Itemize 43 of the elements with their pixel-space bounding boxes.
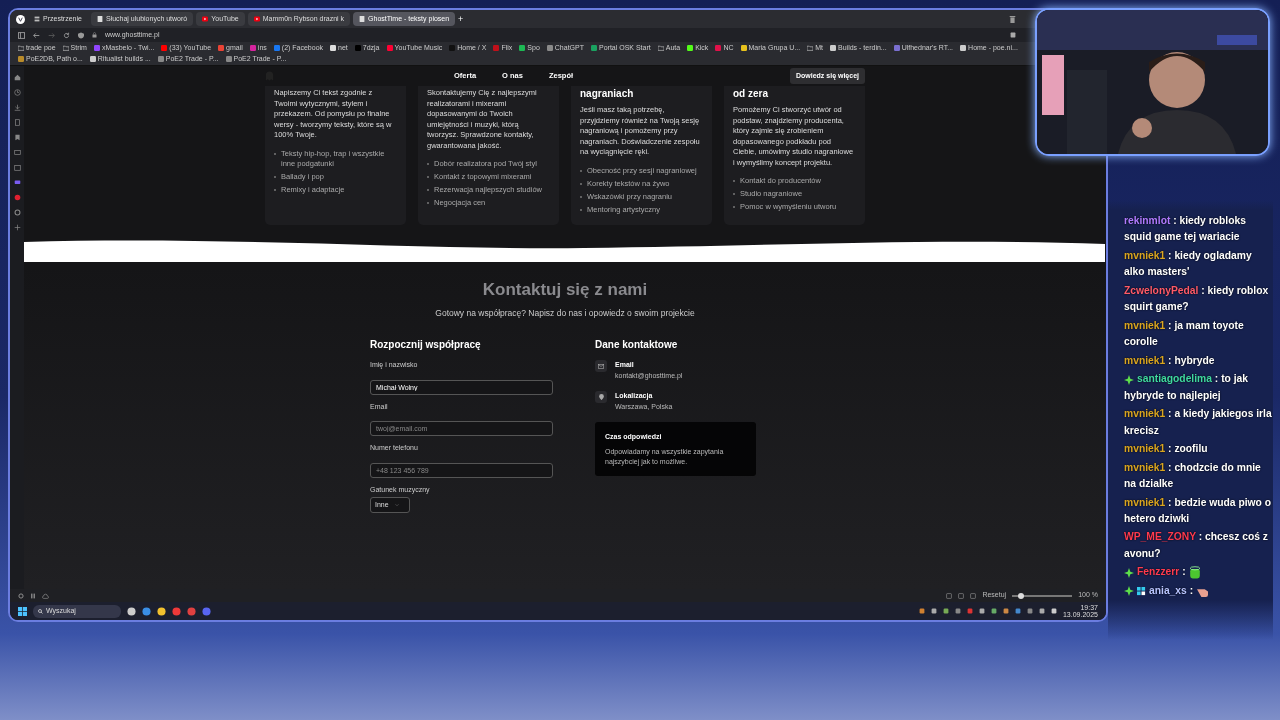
caret-icon	[394, 503, 399, 508]
search-icon	[38, 608, 43, 614]
chat-message: ania_xs :	[1124, 582, 1273, 600]
mail-icon[interactable]	[13, 149, 21, 156]
record-icon[interactable]	[13, 194, 21, 201]
plus-icon[interactable]	[13, 224, 21, 231]
chat-message: mvniek1 : zoofilu	[1124, 442, 1209, 457]
zoom-slider[interactable]	[1018, 592, 1025, 599]
plus-badge-icon	[1124, 586, 1134, 597]
lock-icon	[92, 32, 97, 38]
stack-icon	[34, 16, 40, 22]
shield-icon	[78, 31, 84, 39]
grid-badge-icon	[1137, 586, 1146, 596]
form-title: Rozpocznij współpracę	[370, 338, 482, 353]
chat-message: WP_ME_ZONY : chcesz coś z avonu?	[1124, 530, 1270, 561]
sidebar-toggle-icon[interactable]	[18, 31, 25, 39]
windows-start-icon[interactable]	[18, 606, 27, 616]
plus-badge-icon	[1124, 567, 1134, 578]
browser-logo-icon[interactable]	[16, 14, 25, 24]
chat-message: mvniek1 : hybryde	[1124, 353, 1216, 368]
play-icon	[202, 16, 209, 22]
note-icon[interactable]	[13, 119, 21, 126]
trash-icon[interactable]	[1009, 15, 1016, 23]
cloud-icon[interactable]	[42, 592, 49, 599]
chat-message: ZcwelonyPedal : kiedy roblox squirt game?	[1124, 283, 1270, 315]
info-title: Dane kontaktowe	[595, 338, 679, 353]
download-icon[interactable]	[13, 104, 21, 111]
play-icon	[253, 16, 260, 22]
section-heading: Kontaktuj się z nami	[482, 279, 648, 301]
home-icon[interactable]	[13, 74, 21, 81]
reload-icon[interactable]	[63, 31, 70, 39]
card-title: od zera	[733, 88, 769, 100]
chat-message: Fenzzerr :	[1124, 564, 1273, 581]
location-pin-icon	[595, 391, 607, 404]
bookmark-icon[interactable]	[13, 134, 21, 141]
plus-badge-icon	[1124, 374, 1134, 385]
pause-icon[interactable]	[30, 592, 36, 599]
mail-icon	[595, 360, 607, 373]
card-title: nagraniach	[580, 88, 635, 100]
section-subtitle: Gotowy na współpracę? Napisz do nas i opowiedz o swoim projekcie	[435, 306, 695, 320]
clock-icon[interactable]	[13, 89, 21, 96]
new-tab-button[interactable]: +	[458, 14, 464, 24]
back-icon[interactable]	[33, 31, 40, 39]
